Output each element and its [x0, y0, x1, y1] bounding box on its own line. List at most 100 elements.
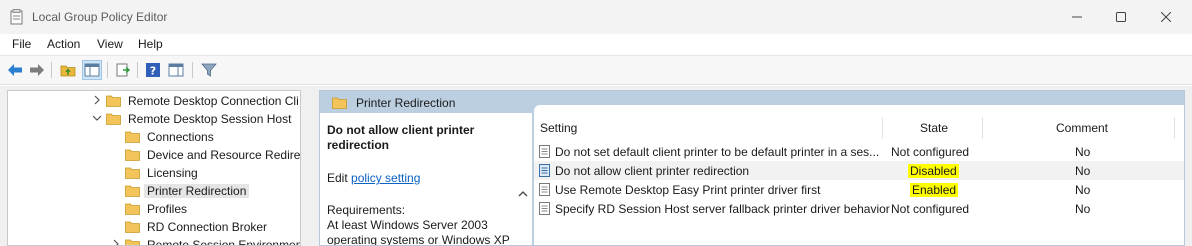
window-title: Local Group Policy Editor — [32, 10, 168, 24]
column-header-setting[interactable]: Setting — [540, 121, 577, 135]
minimize-icon — [1072, 16, 1082, 18]
folder-icon — [106, 95, 121, 107]
chevron-down-icon[interactable] — [92, 113, 102, 123]
requirements-label: Requirements: — [327, 203, 406, 217]
minimize-button[interactable] — [1054, 0, 1100, 34]
policy-title: Do not allow client printer redirection — [327, 123, 475, 152]
tree-item-device-and-resource-redirection[interactable]: Device and Resource Redirec — [8, 146, 300, 164]
policy-setting-icon — [539, 202, 550, 215]
console-tree: Remote Desktop Connection Cli Remote Des… — [7, 90, 301, 246]
tree-item-label: Remote Session Environmen — [147, 238, 301, 246]
policy-setting-icon — [539, 183, 550, 196]
tree-item-rd-connection-broker[interactable]: RD Connection Broker — [8, 218, 300, 236]
toolbar-separator — [107, 62, 108, 78]
menu-file[interactable]: File — [12, 37, 31, 51]
title-bar: Local Group Policy Editor — [0, 0, 1192, 34]
policy-setting-icon — [539, 145, 550, 158]
export-list-icon — [116, 63, 131, 77]
setting-state: Not configured — [891, 202, 970, 216]
setting-name: Specify RD Session Host server fallback … — [555, 202, 890, 216]
setting-state: Enabled — [910, 183, 959, 197]
setting-name: Use Remote Desktop Easy Print printer dr… — [555, 183, 821, 197]
tree-item-licensing[interactable]: Licensing — [8, 164, 300, 182]
close-button[interactable] — [1143, 0, 1189, 34]
setting-row[interactable]: Do not allow client printer redirection … — [534, 161, 1184, 180]
details-pane: Printer Redirection Do not allow client … — [319, 90, 1185, 246]
tree-item-connections[interactable]: Connections — [8, 128, 300, 146]
menu-help[interactable]: Help — [138, 37, 163, 51]
tree-item-remote-desktop-connection-client[interactable]: Remote Desktop Connection Cli — [8, 92, 300, 110]
toolbar-separator — [137, 62, 138, 78]
export-list-button[interactable] — [113, 60, 133, 80]
setting-comment: No — [1075, 145, 1091, 159]
filter-icon — [201, 63, 217, 77]
column-header-comment[interactable]: Comment — [1056, 121, 1108, 135]
setting-comment: No — [1075, 183, 1091, 197]
setting-row[interactable]: Specify RD Session Host server fallback … — [534, 199, 1184, 218]
tree-item-label: Remote Desktop Session Host — [128, 112, 292, 126]
help-button[interactable]: ? — [143, 60, 163, 80]
column-divider[interactable] — [882, 117, 883, 139]
folder-icon — [125, 239, 140, 245]
setting-name: Do not allow client printer redirection — [555, 164, 750, 178]
tree-item-remote-session-environment[interactable]: Remote Session Environmen — [8, 236, 301, 246]
column-divider[interactable] — [982, 117, 983, 139]
back-button[interactable] — [5, 60, 25, 80]
folder-icon — [125, 221, 140, 233]
tree-item-label: Printer Redirection — [144, 184, 250, 198]
extended-description-panel: Do not allow client printer redirection … — [320, 113, 532, 246]
forward-arrow-icon — [30, 64, 44, 76]
maximize-button[interactable] — [1098, 0, 1144, 34]
back-arrow-icon — [8, 64, 22, 76]
maximize-icon — [1116, 12, 1126, 22]
tree-item-label: Licensing — [147, 166, 198, 180]
forward-button[interactable] — [27, 60, 47, 80]
folder-open-icon — [106, 113, 121, 125]
tree-item-profiles[interactable]: Profiles — [8, 200, 300, 218]
edit-prefix: Edit — [327, 171, 348, 185]
menu-view[interactable]: View — [97, 37, 123, 51]
details-header-title: Printer Redirection — [356, 96, 456, 110]
folder-icon — [125, 185, 140, 197]
tree-item-label: Connections — [147, 130, 214, 144]
tree-item-label: RD Connection Broker — [147, 220, 268, 234]
policy-editor-icon — [10, 9, 23, 25]
edit-line: Edit policy setting — [327, 171, 420, 185]
menu-bar: File Action View Help — [0, 34, 1192, 55]
up-one-level-button[interactable] — [58, 60, 78, 80]
tree-item-label: Profiles — [147, 202, 188, 216]
settings-list: Setting State Comment Do not set default… — [534, 105, 1184, 245]
chevron-right-icon[interactable] — [92, 95, 102, 105]
setting-row[interactable]: Use Remote Desktop Easy Print printer dr… — [534, 180, 1184, 199]
toolbar: ? — [0, 55, 1192, 85]
tree-item-label: Remote Desktop Connection Cli — [128, 94, 299, 108]
setting-row[interactable]: Do not set default client printer to be … — [534, 142, 1184, 161]
show-hide-console-tree-button[interactable] — [82, 60, 102, 80]
column-divider[interactable] — [1174, 117, 1175, 139]
setting-name: Do not set default client printer to be … — [555, 145, 880, 159]
chevron-right-icon[interactable] — [111, 239, 121, 246]
requirements-text: At least Windows Server 2003 operating s… — [327, 218, 510, 246]
tree-item-printer-redirection[interactable]: Printer Redirection — [8, 182, 300, 200]
action-pane-icon — [168, 63, 184, 77]
folder-icon — [125, 131, 140, 143]
menu-action[interactable]: Action — [47, 37, 80, 51]
column-header-state[interactable]: State — [920, 121, 948, 135]
policy-setting-icon — [539, 164, 550, 177]
setting-state: Not configured — [891, 145, 970, 159]
toolbar-separator — [51, 62, 52, 78]
toolbar-separator — [192, 62, 193, 78]
folder-icon — [125, 203, 140, 215]
scroll-up-icon[interactable] — [517, 187, 529, 201]
folder-icon — [125, 149, 140, 161]
policy-setting-link[interactable]: policy setting — [351, 171, 420, 185]
setting-state: Disabled — [908, 164, 959, 178]
folder-icon — [125, 167, 140, 179]
filter-button[interactable] — [199, 60, 219, 80]
folder-up-icon — [60, 65, 76, 77]
requirements: Requirements: At least Windows Server 20… — [327, 203, 517, 246]
show-hide-action-pane-button[interactable] — [166, 60, 186, 80]
close-icon — [1161, 12, 1171, 22]
console-tree-icon — [84, 63, 100, 77]
tree-item-remote-desktop-session-host[interactable]: Remote Desktop Session Host — [8, 110, 300, 128]
